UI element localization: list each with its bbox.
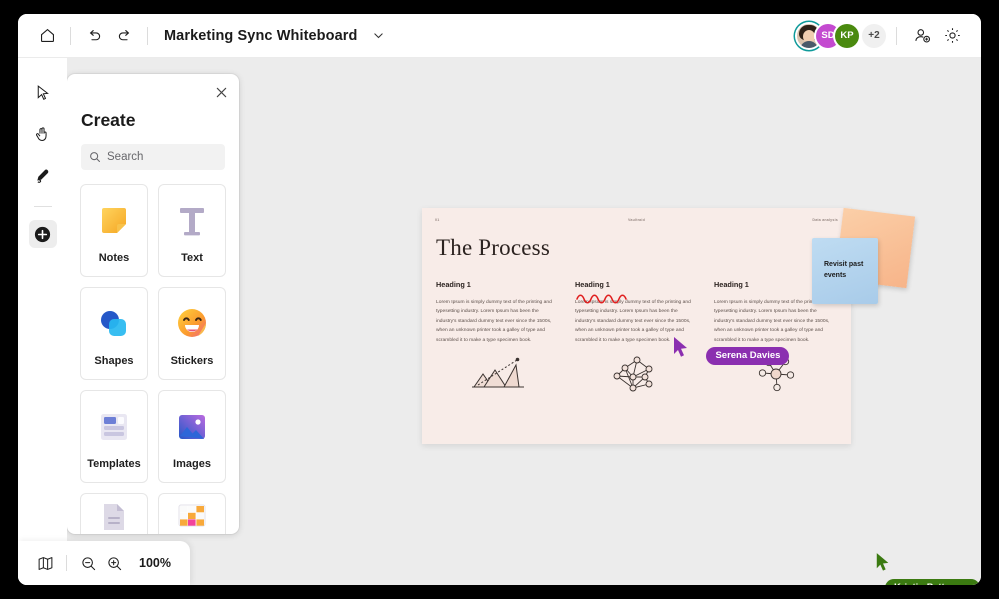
board-frame[interactable]: 01 Vaultraid Data analysis The Process H… bbox=[422, 208, 851, 444]
pan-tool[interactable] bbox=[29, 120, 57, 148]
collaborator-avatars: SD KP +2 bbox=[797, 24, 886, 48]
shapes-icon bbox=[97, 301, 131, 347]
close-icon[interactable] bbox=[210, 81, 232, 103]
board-columns: Heading 1 Lorem Ipsum is simply dummy te… bbox=[422, 261, 851, 345]
mountain-chart-illustration bbox=[436, 355, 559, 395]
map-icon[interactable] bbox=[32, 550, 58, 576]
avatar[interactable]: KP bbox=[835, 24, 859, 48]
grid-color-icon bbox=[177, 494, 207, 534]
app-window: Marketing Sync Whiteboard SD KP +2 bbox=[18, 14, 981, 585]
hand-icon bbox=[34, 126, 51, 143]
image-icon bbox=[176, 404, 208, 450]
create-item-notes[interactable]: Notes bbox=[80, 184, 148, 277]
pen-tool[interactable] bbox=[29, 162, 57, 190]
zoom-level[interactable]: 100% bbox=[139, 556, 171, 570]
create-panel: Create Search Notes bbox=[67, 74, 239, 534]
select-tool[interactable] bbox=[29, 78, 57, 106]
sticky-note-text: Revisit past events bbox=[812, 238, 878, 281]
search-icon bbox=[89, 151, 101, 163]
divider bbox=[66, 555, 67, 571]
create-item-templates[interactable]: Templates bbox=[80, 390, 148, 483]
create-item-text[interactable]: Text bbox=[158, 184, 226, 277]
document-icon bbox=[100, 494, 128, 534]
tool-rail bbox=[18, 58, 67, 585]
create-item-label: Notes bbox=[99, 252, 130, 264]
zoom-out-icon[interactable] bbox=[75, 550, 101, 576]
cursor-pointer-icon bbox=[875, 552, 891, 572]
divider bbox=[896, 27, 897, 45]
add-person-icon[interactable] bbox=[907, 21, 937, 51]
create-item-label: Shapes bbox=[94, 355, 133, 367]
redo-icon[interactable] bbox=[109, 21, 139, 51]
add-tool[interactable] bbox=[29, 220, 57, 248]
search-input[interactable]: Search bbox=[81, 144, 225, 170]
template-layout-icon bbox=[98, 404, 130, 450]
create-item-shapes[interactable]: Shapes bbox=[80, 287, 148, 380]
chevron-down-icon[interactable] bbox=[367, 25, 389, 47]
search-placeholder: Search bbox=[107, 151, 143, 163]
plus-circle-icon bbox=[33, 225, 52, 244]
column-heading: Heading 1 bbox=[436, 280, 559, 289]
top-toolbar: Marketing Sync Whiteboard SD KP +2 bbox=[18, 14, 981, 58]
undo-icon[interactable] bbox=[79, 21, 109, 51]
cursor-label: Kristin Patterson bbox=[885, 579, 980, 585]
create-item-document[interactable] bbox=[80, 493, 148, 534]
create-item-label: Text bbox=[181, 252, 203, 264]
cursor-kristin-patterson: Kristin Patterson bbox=[875, 552, 981, 585]
bottom-toolbar: 100% bbox=[18, 541, 190, 585]
zoom-in-icon[interactable] bbox=[101, 550, 127, 576]
page-title: Marketing Sync Whiteboard bbox=[164, 28, 357, 44]
gear-icon[interactable] bbox=[937, 21, 967, 51]
pen-icon bbox=[34, 168, 51, 185]
create-item-grid[interactable] bbox=[158, 493, 226, 534]
create-item-images[interactable]: Images bbox=[158, 390, 226, 483]
text-t-icon bbox=[177, 198, 207, 244]
board-header-right: Data analysis bbox=[705, 218, 838, 222]
squiggle-annotation bbox=[575, 292, 633, 306]
sticker-emoji-icon bbox=[176, 301, 209, 347]
cursor-serena-davies: Serena Davies bbox=[672, 336, 789, 365]
cursor-label: Serena Davies bbox=[706, 347, 789, 365]
divider bbox=[147, 27, 148, 45]
create-item-label: Images bbox=[173, 458, 211, 470]
avatar-overflow-count[interactable]: +2 bbox=[862, 24, 886, 48]
column-body: Lorem Ipsum is simply dummy text of the … bbox=[436, 298, 559, 345]
board-column: Heading 1 Lorem Ipsum is simply dummy te… bbox=[436, 280, 559, 345]
home-icon[interactable] bbox=[32, 21, 62, 51]
create-items-grid: Notes Text bbox=[80, 184, 226, 534]
cursor-arrow-icon bbox=[34, 84, 51, 101]
create-item-label: Stickers bbox=[171, 355, 214, 367]
create-item-label: Templates bbox=[87, 458, 141, 470]
cursor-pointer-icon bbox=[672, 336, 690, 358]
divider bbox=[34, 206, 52, 207]
divider bbox=[70, 27, 71, 45]
board-header: 01 Vaultraid Data analysis bbox=[422, 208, 851, 222]
sticky-note-icon bbox=[97, 198, 131, 244]
topbar-right-group: SD KP +2 bbox=[797, 21, 967, 51]
column-heading: Heading 1 bbox=[575, 280, 698, 289]
create-item-stickers[interactable]: Stickers bbox=[158, 287, 226, 380]
sticky-note-blue[interactable]: Revisit past events bbox=[812, 238, 878, 304]
board-header-center: Vaultraid bbox=[568, 218, 705, 222]
board-header-left: 01 bbox=[435, 218, 568, 222]
board-title: The Process bbox=[422, 222, 851, 261]
